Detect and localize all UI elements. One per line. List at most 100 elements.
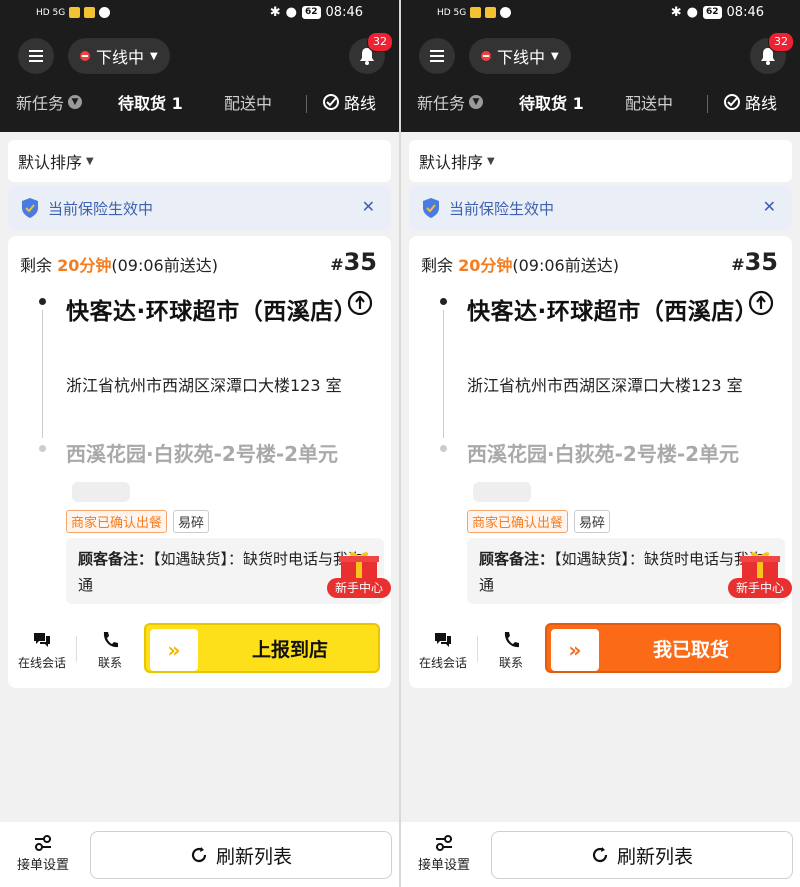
tab-label: 待取货 1 bbox=[519, 94, 584, 113]
order-actions: 在线会话 联系 » 我已取货 bbox=[409, 620, 792, 676]
refresh-icon bbox=[592, 847, 608, 863]
order-hash: # bbox=[330, 255, 344, 274]
newbie-center-button[interactable]: 新手中心 bbox=[728, 542, 792, 600]
chevron-down-icon: ▼ bbox=[86, 155, 94, 167]
tab-new-tasks[interactable]: 新任务 ▼ bbox=[16, 90, 83, 114]
sort-label: 默认排序 bbox=[419, 153, 484, 172]
chat-bubble-icon bbox=[435, 633, 451, 647]
chevron-down-icon: ▼ bbox=[469, 95, 484, 109]
gift-icon bbox=[339, 552, 379, 580]
dropoff-dot bbox=[39, 445, 46, 452]
tag-merchant-confirmed: 商家已确认出餐 bbox=[66, 510, 168, 533]
pickup-dot bbox=[440, 298, 447, 305]
redacted-block bbox=[72, 481, 130, 502]
insurance-text: 当前保险生效中 bbox=[449, 199, 555, 218]
shop-name: 快客达·环球超市（西溪店） bbox=[66, 299, 358, 325]
phone-screen-left: HD 5G ✱ ● 62 08:46 下线中 ▼ 32 新任务 ▼ 待取货 1 … bbox=[0, 0, 399, 887]
chevron-down-icon: ▼ bbox=[487, 155, 495, 167]
remain-minutes: 20分钟 bbox=[458, 256, 513, 275]
tab-bar: 新任务 ▼ 待取货 1 配送中 路线 bbox=[401, 90, 800, 124]
status-bar: HD 5G ✱ ● 62 08:46 bbox=[401, 0, 800, 28]
chevron-down-icon: ▼ bbox=[68, 95, 83, 109]
dropoff-dot bbox=[440, 445, 447, 452]
online-chat-button[interactable]: 在线会话 bbox=[12, 630, 72, 671]
report-arrival-label: 上报到店 bbox=[251, 639, 328, 661]
notification-badge: 32 bbox=[367, 32, 393, 52]
newbie-center-button[interactable]: 新手中心 bbox=[327, 542, 391, 600]
tag-fragile: 易碎 bbox=[574, 510, 611, 533]
report-arrival-button[interactable]: » 上报到店 bbox=[144, 623, 380, 673]
online-status-dropdown[interactable]: 下线中 ▼ bbox=[68, 38, 170, 74]
online-status-dropdown[interactable]: 下线中 ▼ bbox=[469, 38, 571, 74]
refresh-label: 刷新列表 bbox=[215, 845, 292, 868]
contact-button[interactable]: 联系 bbox=[80, 630, 140, 671]
note-label: 顾客备注： bbox=[479, 550, 555, 568]
sliders-icon bbox=[436, 835, 452, 851]
status-right: ✱ ● 62 08:46 bbox=[270, 5, 363, 20]
tab-to-pickup[interactable]: 待取货 1 bbox=[118, 90, 183, 114]
upload-circle-icon[interactable] bbox=[347, 290, 373, 316]
route-icon bbox=[323, 94, 339, 110]
contact-label: 联系 bbox=[498, 656, 523, 670]
status-right: ✱ ● 62 08:46 bbox=[671, 5, 764, 20]
order-settings-button[interactable]: 接单设置 bbox=[12, 834, 74, 873]
notification-button[interactable]: 32 bbox=[750, 32, 794, 74]
customer-address: 西溪花园·白荻苑-2号楼-2单元 bbox=[467, 436, 757, 508]
upload-circle-icon[interactable] bbox=[748, 290, 774, 316]
menu-button[interactable] bbox=[419, 38, 455, 74]
top-header: 下线中 ▼ 32 新任务 ▼ 待取货 1 配送中 路线 bbox=[401, 28, 800, 132]
menu-button[interactable] bbox=[18, 38, 54, 74]
battery-indicator: 62 bbox=[703, 6, 722, 19]
sort-dropdown[interactable]: 默认排序 ▼ bbox=[8, 140, 391, 182]
order-card[interactable]: 剩余 20分钟(09:06前送达) #35 快客达·环球超市（西溪店） 浙江省杭… bbox=[8, 236, 391, 688]
order-tags: 商家已确认出餐 易碎 bbox=[467, 510, 611, 533]
screenshot-pair: HD 5G ✱ ● 62 08:46 下线中 ▼ 32 新任务 ▼ 待取货 1 … bbox=[0, 0, 800, 887]
customer-address-text: 西溪花园·白荻苑-2号楼-2单元 bbox=[467, 442, 740, 466]
action-divider bbox=[477, 636, 478, 662]
tab-delivering[interactable]: 配送中 bbox=[625, 90, 673, 114]
shop-address: 浙江省杭州市西湖区深潭口大楼123 室 bbox=[467, 376, 743, 395]
note-label: 顾客备注： bbox=[78, 550, 154, 568]
tab-new-tasks[interactable]: 新任务 ▼ bbox=[417, 90, 484, 114]
tag-fragile: 易碎 bbox=[173, 510, 210, 533]
online-chat-button[interactable]: 在线会话 bbox=[413, 630, 473, 671]
tab-route[interactable]: 路线 bbox=[322, 90, 376, 114]
location-icon: ● bbox=[285, 5, 297, 20]
offline-dot-icon bbox=[80, 51, 90, 61]
close-icon[interactable]: ✕ bbox=[763, 197, 776, 216]
insurance-banner: 当前保险生效中 ✕ bbox=[8, 186, 391, 230]
contact-label: 联系 bbox=[97, 656, 122, 670]
shop-name: 快客达·环球超市（西溪店） bbox=[467, 299, 759, 325]
refresh-label: 刷新列表 bbox=[616, 845, 693, 868]
picked-up-label: 我已取货 bbox=[652, 639, 729, 661]
tab-delivering[interactable]: 配送中 bbox=[224, 90, 272, 114]
tab-route[interactable]: 路线 bbox=[723, 90, 777, 114]
clock: 08:46 bbox=[726, 5, 764, 20]
refresh-list-button[interactable]: 刷新列表 bbox=[491, 831, 793, 879]
gift-icon bbox=[740, 552, 780, 580]
refresh-list-button[interactable]: 刷新列表 bbox=[90, 831, 392, 879]
remain-minutes: 20分钟 bbox=[57, 256, 112, 275]
order-number: #35 bbox=[330, 248, 377, 276]
order-card[interactable]: 剩余 20分钟(09:06前送达) #35 快客达·环球超市（西溪店） 浙江省杭… bbox=[409, 236, 792, 688]
app-icon bbox=[485, 7, 497, 18]
order-settings-button[interactable]: 接单设置 bbox=[413, 834, 475, 873]
contact-button[interactable]: 联系 bbox=[481, 630, 541, 671]
network-indicator: HD 5G bbox=[36, 7, 111, 18]
chat-bubble-icon bbox=[34, 633, 50, 647]
tab-divider bbox=[306, 95, 307, 113]
notification-button[interactable]: 32 bbox=[349, 32, 393, 74]
sort-dropdown[interactable]: 默认排序 ▼ bbox=[409, 140, 792, 182]
tab-to-pickup[interactable]: 待取货 1 bbox=[519, 90, 584, 114]
picked-up-button[interactable]: » 我已取货 bbox=[545, 623, 781, 673]
network-text: HD 5G bbox=[437, 7, 467, 18]
remain-prefix: 剩余 bbox=[421, 256, 459, 275]
double-chevron-icon: » bbox=[150, 629, 198, 671]
customer-address: 西溪花园·白荻苑-2号楼-2单元 bbox=[66, 436, 356, 508]
pickup-dot bbox=[39, 298, 46, 305]
phone-icon bbox=[103, 632, 118, 648]
order-number: #35 bbox=[731, 248, 778, 276]
order-number-value: 35 bbox=[343, 248, 377, 276]
close-icon[interactable]: ✕ bbox=[362, 197, 375, 216]
offline-dot-icon bbox=[481, 51, 491, 61]
